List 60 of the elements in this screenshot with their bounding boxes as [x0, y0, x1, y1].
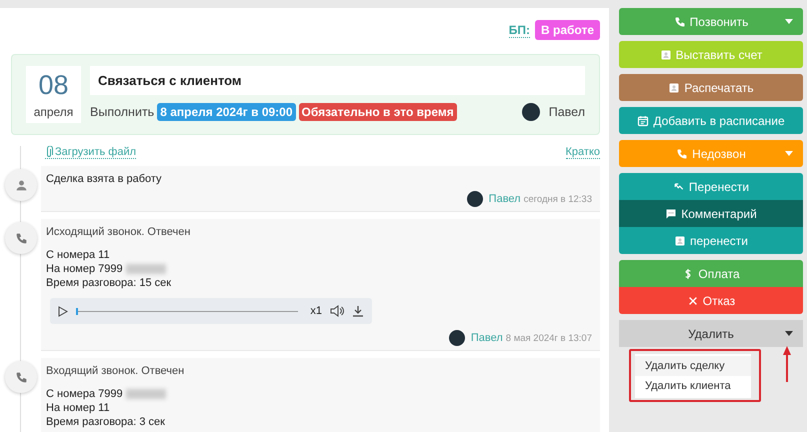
phone-icon: [676, 148, 688, 160]
cross-action-button[interactable]: Отказ: [619, 287, 803, 314]
task-title: Связаться с клиентом: [90, 66, 585, 95]
menu-item[interactable]: Удалить клиента: [635, 376, 751, 396]
task-action: Выполнить: [90, 105, 154, 119]
event-time: 8 мая 2024г в 13:07: [506, 332, 592, 344]
card-icon: [674, 234, 686, 246]
phone-icon: [674, 16, 686, 28]
play-icon[interactable]: [58, 306, 68, 316]
download-icon[interactable]: [352, 305, 364, 317]
card-icon: [660, 48, 672, 60]
assignee-name: Павел: [548, 105, 585, 119]
task-day: 08: [38, 70, 69, 101]
paperclip-icon: [45, 146, 53, 158]
calendar-icon: [637, 114, 650, 126]
cross-icon: [686, 294, 699, 306]
avatar: [466, 191, 483, 207]
calendar-action-button[interactable]: Добавить в расписание: [619, 107, 803, 134]
phone-icon: [14, 370, 28, 384]
caret-icon[interactable]: [785, 331, 793, 336]
event-title: Сделка взята в работу: [46, 173, 162, 185]
phone-action-button[interactable]: Недозвон: [619, 140, 803, 167]
call-detail: Время разговора: 15 сек: [46, 277, 172, 289]
author-link[interactable]: Павел: [470, 332, 503, 344]
status-label[interactable]: БП:: [508, 22, 530, 38]
delete-dropdown-button[interactable]: Удалить: [619, 320, 803, 347]
dollar-action-button[interactable]: Оплата: [619, 260, 803, 287]
event-time: сегодня в 12:33: [524, 194, 592, 204]
phone-action-button[interactable]: Позвонить: [619, 8, 803, 35]
phone-icon: [14, 232, 28, 244]
due-date-badge: 8 апреля 2024г в 09:00: [157, 103, 296, 121]
call-detail: На номер 11: [46, 402, 110, 414]
call-detail: На номер 7999: [46, 263, 123, 275]
event-title: Входящий звонок. Отвечен: [46, 365, 184, 377]
card-icon: [668, 82, 680, 94]
redaction-blur: [126, 389, 166, 399]
volume-icon[interactable]: [330, 305, 344, 317]
brief-view-link[interactable]: Кратко: [566, 146, 600, 159]
redaction-blur: [126, 264, 166, 274]
upload-file-link[interactable]: Загрузить файл: [45, 146, 136, 159]
card-action-button[interactable]: перенести: [619, 227, 803, 254]
status-badge[interactable]: В работе: [535, 20, 600, 40]
card-action-button[interactable]: Распечатать: [619, 74, 803, 101]
strict-time-badge: Обязательно в это время: [298, 103, 457, 121]
avatar: [522, 103, 540, 121]
chat-icon: [665, 208, 678, 220]
speed-toggle[interactable]: x1: [310, 305, 322, 317]
menu-item[interactable]: Удалить сделку: [635, 356, 751, 376]
person-icon: [14, 178, 28, 192]
event-title: Исходящий звонок. Отвечен: [46, 226, 190, 238]
call-detail: С номера 7999: [46, 388, 123, 400]
progress-fill[interactable]: [76, 308, 78, 314]
call-detail: С номера 11: [46, 249, 110, 261]
chat-action-button[interactable]: Комментарий: [619, 200, 803, 227]
author-link[interactable]: Павел: [488, 193, 521, 205]
card-action-button[interactable]: Выставить счет: [619, 41, 803, 68]
task-month: апреля: [34, 105, 74, 119]
check-action-button[interactable]: Перенести: [619, 173, 803, 200]
call-detail: Время разговора: 3 сек: [46, 416, 165, 428]
avatar: [448, 330, 465, 346]
